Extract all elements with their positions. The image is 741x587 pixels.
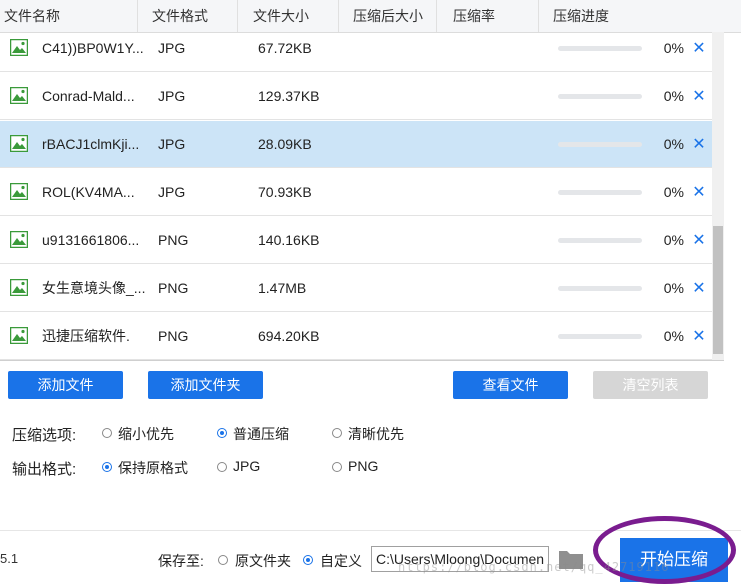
remove-file-icon[interactable]: ✕ [690,265,708,312]
compress-radio-normal[interactable] [217,428,227,438]
save-option-custom-label[interactable]: 自定义 [320,551,362,571]
image-file-icon [10,73,30,120]
progress-percent: 0% [663,328,684,344]
file-size: 140.16KB [258,232,320,248]
progress-track [558,46,642,51]
table-row[interactable]: Conrad-Mald... JPG 129.37KB 0% ✕ [0,73,712,120]
file-table-body: C41))BP0W1Y... JPG 67.72KB 0% ✕ Conrad-Mald..… [0,25,712,361]
version-label: 5.1 [0,551,19,566]
add-file-button[interactable]: 添加文件 [8,371,123,399]
format-option-original-label[interactable]: 保持原格式 [118,458,188,478]
progress-bar [558,313,642,360]
progress-percent: 0% [663,184,684,200]
file-size: 694.20KB [258,328,320,344]
table-row[interactable]: 女生意境头像_... PNG 1.47MB 0% ✕ [0,265,712,312]
start-compress-button[interactable]: 开始压缩 [620,538,728,582]
progress-bar [558,73,642,120]
image-file-icon [10,25,30,72]
file-format: JPG [158,40,186,56]
progress-track [558,94,642,99]
file-name: rBACJ1clmKji... [42,136,140,152]
progress-bar [558,265,642,312]
progress-track [558,238,642,243]
progress-bar [558,169,642,216]
format-option-jpg-label[interactable]: JPG [233,458,260,474]
format-radio-original[interactable] [102,462,112,472]
list-divider [0,360,724,361]
table-row[interactable]: rBACJ1clmKji... JPG 28.09KB 0% ✕ [0,121,712,168]
file-format: JPG [158,184,186,200]
clear-list-button[interactable]: 清空列表 [593,371,708,399]
file-size: 70.93KB [258,184,312,200]
progress-percent: 0% [663,232,684,248]
image-file-icon [10,313,30,360]
progress-track [558,190,642,195]
table-row[interactable]: u9131661806... PNG 140.16KB 0% ✕ [0,217,712,264]
progress-percent: 0% [663,280,684,296]
compress-radio-smaller[interactable] [102,428,112,438]
file-name: ROL(KV4MA... [42,184,135,200]
format-radio-jpg[interactable] [217,462,227,472]
file-format: PNG [158,328,189,344]
table-row[interactable]: C41))BP0W1Y... JPG 67.72KB 0% ✕ [0,25,712,72]
scrollbar-thumb[interactable] [713,226,723,354]
progress-percent: 0% [663,136,684,152]
file-format: PNG [158,232,189,248]
footer-divider [0,530,741,531]
view-file-button[interactable]: 查看文件 [453,371,568,399]
save-to-label: 保存至: [158,553,204,569]
save-option-original-folder-label[interactable]: 原文件夹 [235,551,291,571]
add-folder-button[interactable]: 添加文件夹 [148,371,263,399]
progress-percent: 0% [663,40,684,56]
progress-track [558,286,642,291]
remove-file-icon[interactable]: ✕ [690,217,708,264]
remove-file-icon[interactable]: ✕ [690,169,708,216]
image-file-icon [10,217,30,264]
save-radio-original-folder[interactable] [218,555,228,565]
image-file-icon [10,169,30,216]
progress-bar [558,121,642,168]
folder-icon[interactable] [558,548,584,570]
remove-file-icon[interactable]: ✕ [690,313,708,360]
save-radio-custom[interactable] [303,555,313,565]
progress-bar [558,25,642,72]
remove-file-icon[interactable]: ✕ [690,73,708,120]
image-file-icon [10,265,30,312]
file-name: 迅捷压缩软件. [42,328,130,344]
format-radio-png[interactable] [332,462,342,472]
format-option-png-label[interactable]: PNG [348,458,378,474]
compress-option-normal-label[interactable]: 普通压缩 [233,424,289,444]
file-name: 女生意境头像_... [42,280,146,296]
file-format: JPG [158,136,186,152]
remove-file-icon[interactable]: ✕ [690,121,708,168]
save-path-input[interactable] [371,546,549,572]
compress-radio-clear[interactable] [332,428,342,438]
compress-options-label: 压缩选项: [12,427,77,444]
file-format: JPG [158,88,186,104]
output-format-label: 输出格式: [12,461,77,478]
progress-track [558,142,642,147]
file-size: 129.37KB [258,88,320,104]
compress-option-smaller-label[interactable]: 缩小优先 [118,424,174,444]
image-file-icon [10,121,30,168]
table-row[interactable]: ROL(KV4MA... JPG 70.93KB 0% ✕ [0,169,712,216]
compress-option-clear-label[interactable]: 清晰优先 [348,424,404,444]
file-name: C41))BP0W1Y... [42,40,144,56]
table-row[interactable]: 迅捷压缩软件. PNG 694.20KB 0% ✕ [0,313,712,360]
file-name: u9131661806... [42,232,140,248]
file-size: 28.09KB [258,136,312,152]
file-size: 1.47MB [258,280,307,296]
progress-bar [558,217,642,264]
remove-file-icon[interactable]: ✕ [690,25,708,72]
file-name: Conrad-Mald... [42,88,135,104]
file-format: PNG [158,280,189,296]
file-size: 67.72KB [258,40,312,56]
progress-percent: 0% [663,88,684,104]
progress-track [558,334,642,339]
